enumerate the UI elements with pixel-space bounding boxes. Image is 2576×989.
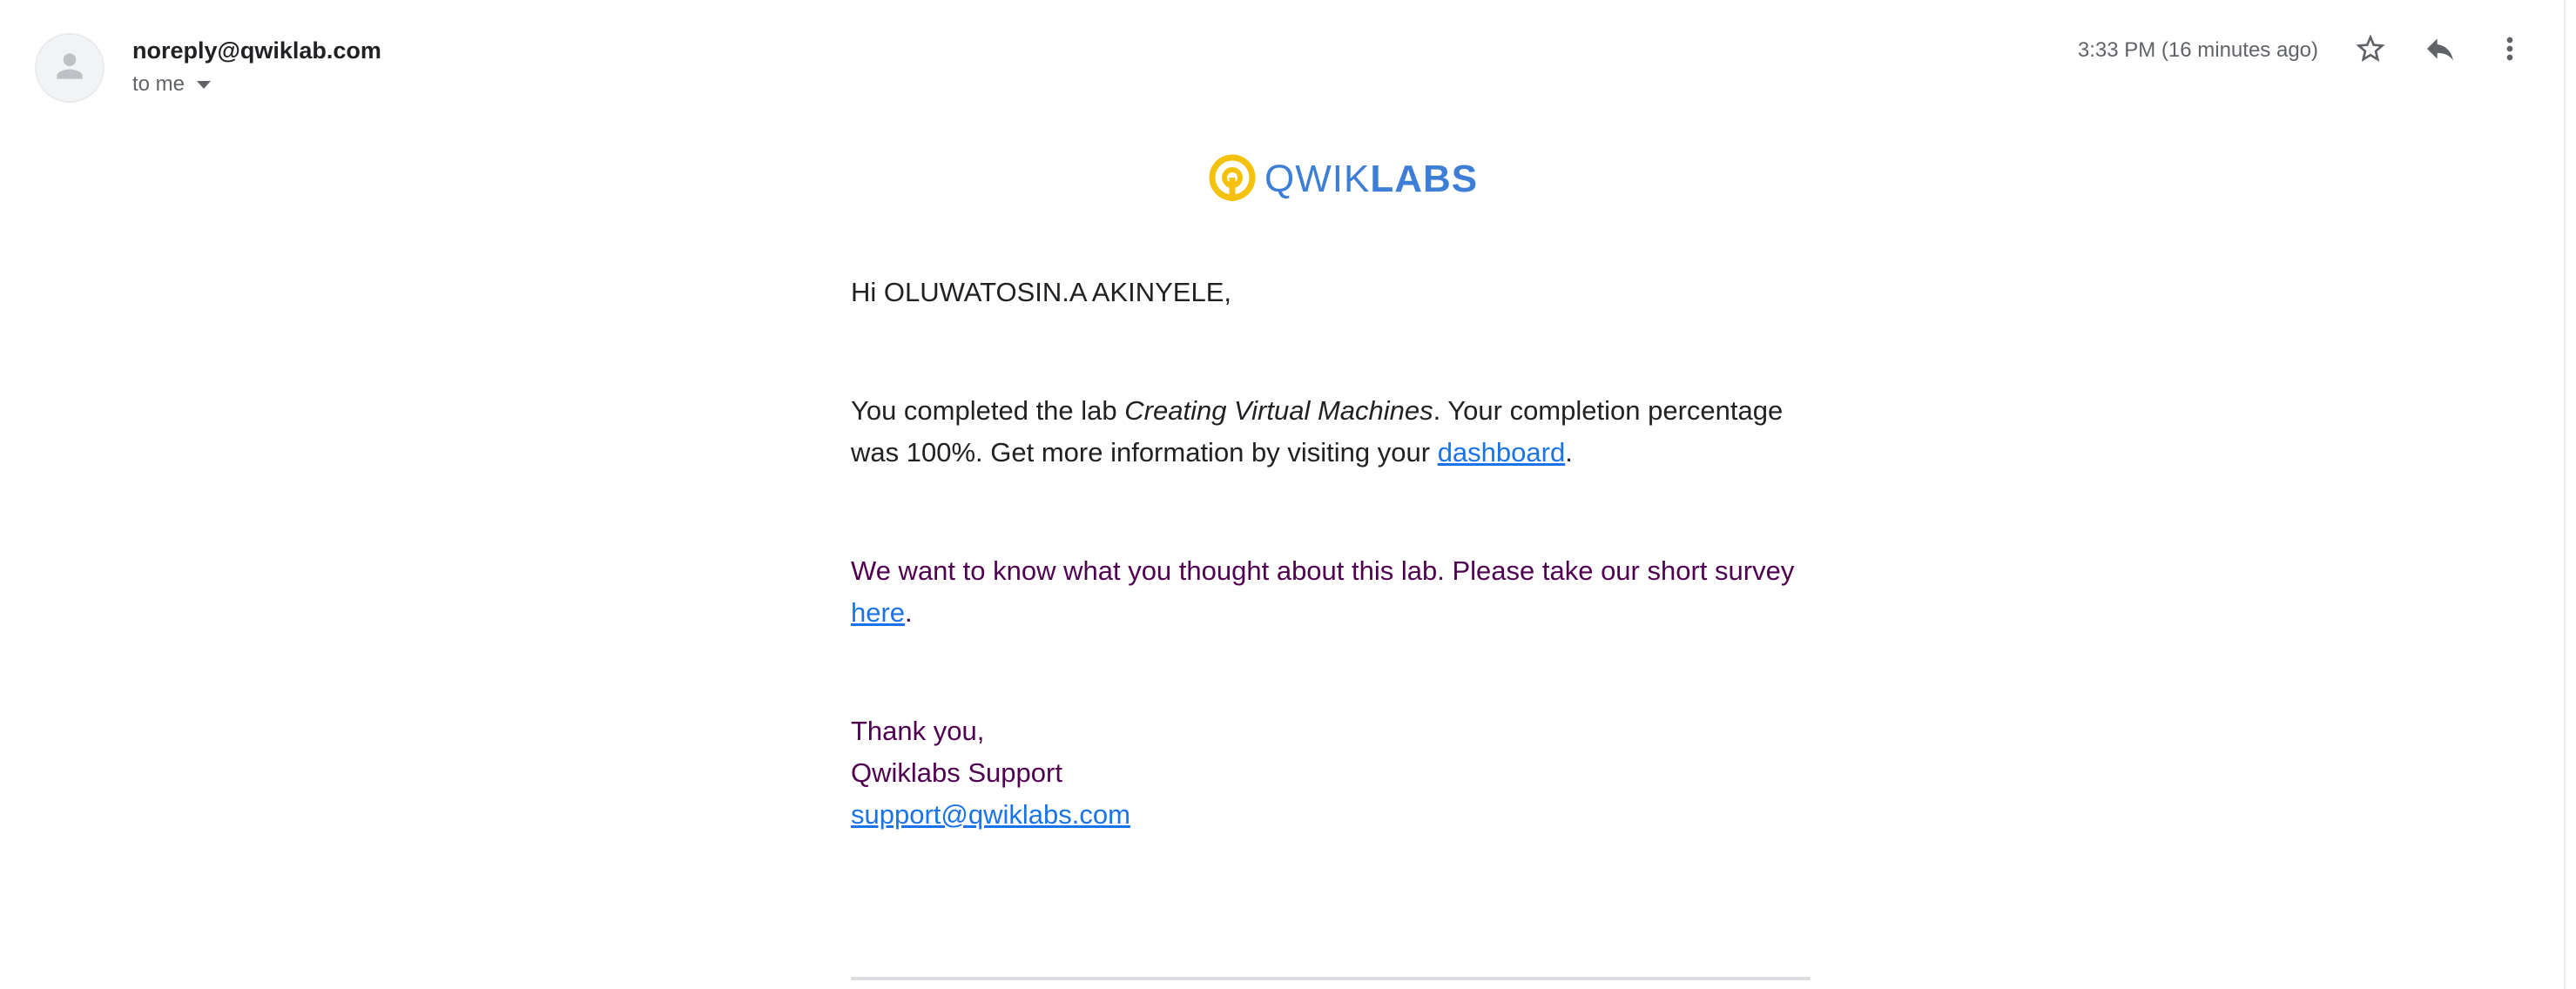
logo-wordmark: QWIKLABS — [1264, 158, 1479, 200]
recipient-label: to me — [132, 72, 185, 96]
dashboard-link[interactable]: dashboard — [1438, 437, 1566, 468]
lab-name: Creating Virtual Machines — [1124, 395, 1433, 426]
completion-paragraph: You completed the lab Creating Virtual M… — [851, 395, 1784, 468]
reply-icon — [2423, 31, 2458, 71]
reply-button[interactable] — [2416, 26, 2465, 75]
qwiklabs-mark-icon — [1209, 154, 1256, 205]
pane-scrollbar-edge — [2564, 0, 2566, 989]
signoff-line1: Thank you, — [851, 716, 985, 746]
recipient-details-toggle[interactable]: to me — [132, 70, 212, 99]
greeting: Hi OLUWATOSIN.A AKINYELE, — [851, 277, 1231, 307]
footer-divider — [851, 977, 1811, 980]
support-email-link[interactable]: support@qwiklabs.com — [851, 799, 1130, 830]
person-icon — [51, 47, 89, 90]
star-button[interactable] — [2346, 26, 2395, 75]
survey-link[interactable]: here — [851, 597, 905, 628]
survey-paragraph: We want to know what you thought about t… — [851, 555, 1795, 628]
signoff-line2: Qwiklabs Support — [851, 757, 1062, 788]
qwiklabs-logo: QWIKLABS — [1209, 154, 1479, 205]
more-vert-icon — [2492, 31, 2527, 71]
caret-down-icon — [197, 80, 212, 89]
sender-email[interactable]: noreply@qwiklab.com — [132, 35, 381, 66]
star-icon — [2353, 31, 2388, 71]
message-timestamp: 3:33 PM (16 minutes ago) — [2077, 38, 2318, 62]
more-options-button[interactable] — [2485, 26, 2534, 75]
sender-avatar[interactable] — [35, 33, 105, 103]
email-body: Hi OLUWATOSIN.A AKINYELE, You completed … — [851, 272, 1809, 836]
